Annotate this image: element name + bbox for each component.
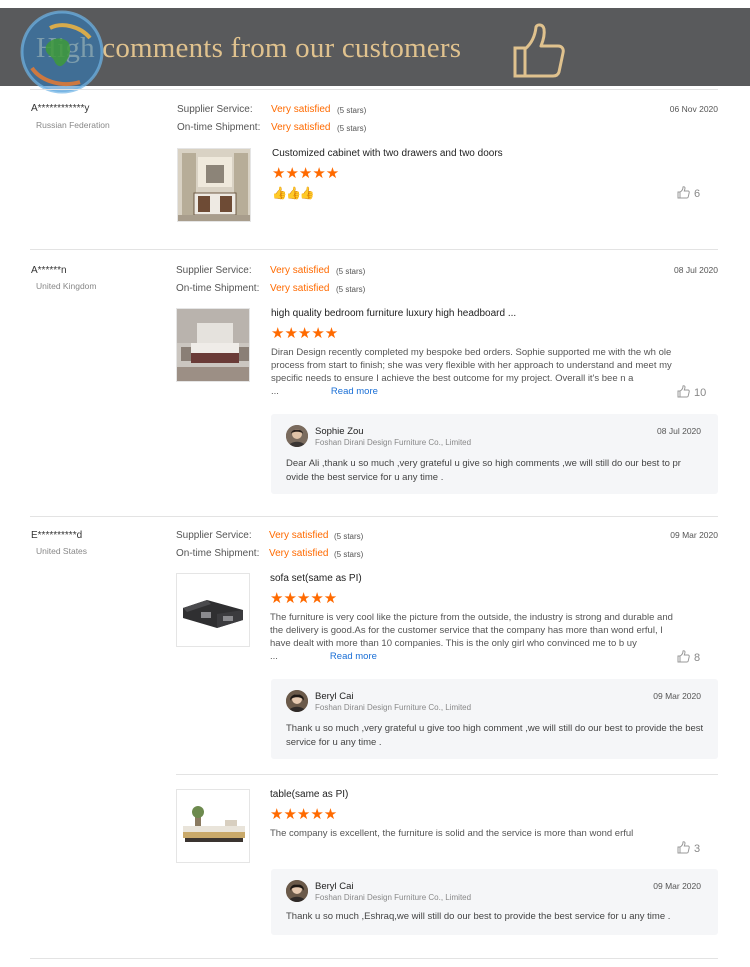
product-title[interactable]: high quality bedroom furniture luxury hi… [271,308,516,319]
product-title[interactable]: Customized cabinet with two drawers and … [272,148,503,159]
product-title[interactable]: table(same as PI) [270,789,348,800]
ontime-shipment-value: Very satisfied [270,283,330,294]
globe-logo-icon [20,10,104,94]
divider [176,774,718,775]
like-count: 3 [694,843,701,855]
ontime-shipment-label: On-time Shipment: [176,283,260,294]
reply-date: 09 Mar 2020 [653,881,701,891]
thumbs-up-icon [677,841,690,854]
review-text: 👍👍👍 [272,186,315,200]
supplier-reply: Sophie Zou Foshan Dirani Design Furnitur… [271,414,718,494]
supplier-service-label: Supplier Service: [176,530,252,541]
reply-date: 09 Mar 2020 [653,691,701,701]
thumbs-up-icon [513,23,565,78]
reply-date: 08 Jul 2020 [657,426,701,436]
like-button[interactable]: 3 [677,841,700,855]
divider [30,249,718,250]
reviewer-name: A******n [31,265,67,276]
avatar [286,690,308,712]
review-date: 09 Mar 2020 [670,530,718,540]
supplier-service-value: Very satisfied [269,530,329,541]
rating-stars: ★★★★★ [270,590,338,607]
divider [30,958,718,959]
product-image-bed[interactable] [176,308,250,382]
reviewer-country: Russian Federation [36,120,110,130]
ontime-shipment-label: On-time Shipment: [176,548,260,559]
like-count: 8 [694,652,701,664]
rating-stars: ★★★★★ [271,325,339,342]
ontime-shipment-stars: (5 stars) [336,285,366,294]
rating-stars: ★★★★★ [270,806,338,823]
reply-company: Foshan Dirani Design Furniture Co., Limi… [315,438,472,447]
ontime-shipment-label: On-time Shipment: [177,122,261,133]
reply-company: Foshan Dirani Design Furniture Co., Limi… [315,893,472,902]
ontime-shipment-value: Very satisfied [271,122,331,133]
supplier-reply: Beryl Cai Foshan Dirani Design Furniture… [271,869,718,935]
avatar [286,880,308,902]
review-date: 08 Jul 2020 [674,265,718,275]
reply-company: Foshan Dirani Design Furniture Co., Limi… [315,703,472,712]
reply-text: Thank u so much ,very grateful u give to… [286,723,704,748]
divider [30,516,718,517]
read-more-link[interactable]: Read more [331,386,378,397]
review-text: Diran Design recently completed my bespo… [271,346,681,398]
like-button[interactable]: 10 [677,385,706,399]
thumbs-up-icon [677,385,690,398]
like-button[interactable]: 6 [677,186,700,200]
product-image-cabinet[interactable] [177,148,251,222]
ontime-shipment-value: Very satisfied [269,548,329,559]
supplier-service-stars: (5 stars) [334,532,364,541]
header-banner: High comments from our customers [0,8,750,86]
reply-text: Thank u so much ,Eshraq,we will still do… [286,911,671,922]
product-image-table[interactable] [176,789,250,863]
review-text: The furniture is very cool like the pict… [270,611,680,663]
rating-stars: ★★★★★ [272,165,340,182]
ontime-shipment-stars: (5 stars) [337,124,367,133]
supplier-service-stars: (5 stars) [336,267,366,276]
reviewer-country: United States [36,546,88,556]
avatar [286,425,308,447]
thumbs-up-icon [677,186,690,199]
reply-author: Sophie Zou [315,426,364,437]
divider [30,89,718,90]
review-text: The company is excellent, the furniture … [270,828,634,839]
review-date: 06 Nov 2020 [669,104,718,114]
ontime-shipment-stars: (5 stars) [334,550,364,559]
supplier-service-value: Very satisfied [270,265,330,276]
read-more-link[interactable]: Read more [330,651,377,662]
supplier-service-stars: (5 stars) [337,106,367,115]
supplier-service-label: Supplier Service: [177,104,253,115]
reviewer-country: United Kingdom [36,281,97,291]
reply-text: Dear Ali ,thank u so much ,very grateful… [286,458,681,483]
reply-author: Beryl Cai [315,691,354,702]
supplier-reply: Beryl Cai Foshan Dirani Design Furniture… [271,679,718,759]
reply-author: Beryl Cai [315,881,354,892]
thumbs-up-icon [677,650,690,663]
product-image-sofa[interactable] [176,573,250,647]
reviewer-name: E**********d [31,530,83,541]
supplier-service-value: Very satisfied [271,104,331,115]
supplier-service-label: Supplier Service: [176,265,252,276]
like-count: 10 [694,387,707,399]
reviewer-name: A************y [31,103,90,114]
like-button[interactable]: 8 [677,650,700,664]
product-title[interactable]: sofa set(same as PI) [270,573,362,584]
like-count: 6 [694,188,701,200]
